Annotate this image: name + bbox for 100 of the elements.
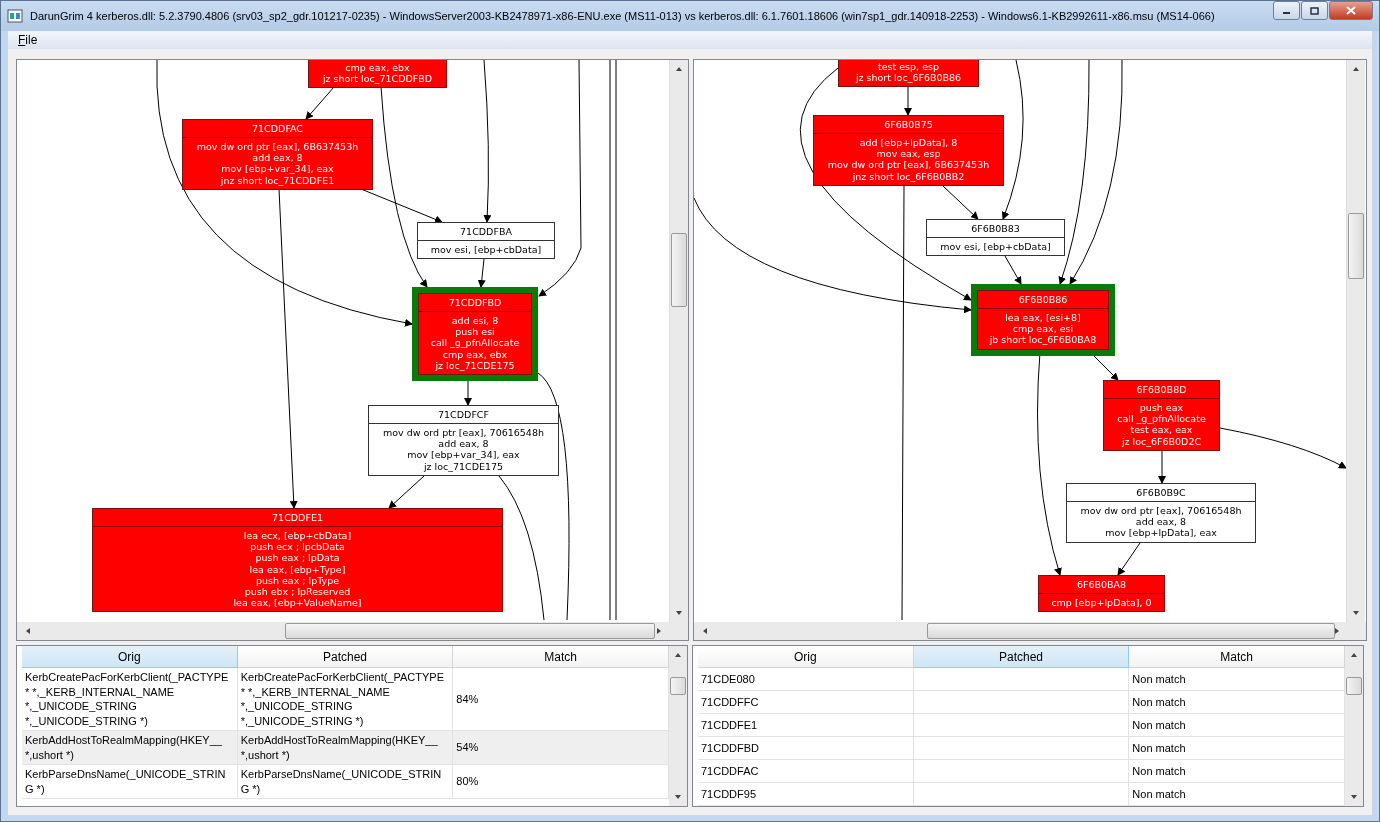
code-line: push ebx ; lpReserved <box>244 586 351 597</box>
code-block[interactable]: cmp eax, ebx jz short loc_71CDDFBD <box>308 60 447 89</box>
code-block[interactable]: 71CDDFBD add esi, 8 push esi call _g_pfnAllocate cmp eax, ebx jz loc_71CDE175 <box>412 287 538 381</box>
vertical-scrollbar[interactable] <box>669 60 688 622</box>
code-line: jz loc_71CDE175 <box>423 460 504 472</box>
table-cell-text: KerbCreatePacForKerbClient(_PACTYPE * *,_KERB_INTERNAL_NAME *,_UNICODE_STRING *,_UNICODE_STRING *) <box>240 670 446 728</box>
code-line: test eax, eax <box>1130 424 1193 436</box>
table-cell: Non match <box>1132 694 1186 710</box>
column-header[interactable]: Match <box>1129 646 1345 668</box>
code-block[interactable]: 6F6B0B86 lea eax, [esi+8] cmp eax, esi jb short loc_6F6B0BA8 <box>971 284 1115 356</box>
code-block[interactable]: 6F6B0BA8 cmp [ebp+lpData], 0 <box>1038 575 1165 613</box>
code-block[interactable]: 6F6B0B8D push eax call _g_pfnAllocate test eax, eax jz loc_6F6B0D2C <box>1103 380 1220 451</box>
vertical-scrollbar[interactable] <box>669 646 687 806</box>
table-cell: Non match <box>1132 717 1186 733</box>
close-button[interactable] <box>1329 1 1373 20</box>
table-cell-text: KerbParseDnsName(_UNICODE_STRING *) <box>240 767 443 796</box>
table-row[interactable]: 71CDE080 Non match <box>698 668 1345 691</box>
block-address: 6F6B0B75 <box>884 119 933 130</box>
table-row[interactable]: 71CDDFAC Non match <box>698 760 1345 783</box>
code-line: jz short loc_6F6B0B86 <box>855 72 962 84</box>
code-line: push eax ; lpType <box>255 574 340 586</box>
code-line: add eax, 8 <box>252 152 303 164</box>
table-cell-text: KerbParseDnsName(_UNICODE_STRING *) <box>25 767 227 796</box>
code-line: add esi, 8 <box>451 315 499 326</box>
table-cell: 71CDDFFC <box>701 694 759 710</box>
block-address: 6F6B0B9C <box>1136 487 1186 498</box>
minimize-button[interactable] <box>1273 1 1300 20</box>
code-line: mov esi, [ebp+cbData] <box>430 244 542 255</box>
column-header[interactable]: Orig <box>698 646 914 668</box>
edge-arrow <box>388 475 425 509</box>
column-header[interactable]: Match <box>453 646 669 668</box>
code-block[interactable]: 71CDDFCF mov dw ord ptr [eax], 70616548h add eax, 8 mov [ebp+var_34], eax jz loc_71CDE175 <box>368 405 559 476</box>
block-address: 71CDDFAC <box>252 123 303 134</box>
code-line: push ecx ; lpcbData <box>250 541 345 553</box>
column-header[interactable]: Orig <box>22 646 238 668</box>
table-cell: 71CDDFAC <box>701 763 759 779</box>
code-line: call _g_pfnAllocate <box>430 337 520 349</box>
table-row[interactable]: 71CDDFBD Non match <box>698 737 1345 760</box>
code-line: cmp eax, ebx <box>442 348 508 360</box>
column-header[interactable]: Patched <box>913 646 1130 668</box>
table-cell: Non match <box>1132 763 1186 779</box>
code-line: push eax <box>1139 402 1184 413</box>
block-address: 6F6B0B83 <box>971 223 1020 234</box>
code-line: lea eax, [ebp+ValueName] <box>233 597 362 609</box>
code-line: add [ebp+lpData], 8 <box>859 137 958 148</box>
code-line: add eax, 8 <box>1135 516 1187 528</box>
code-block[interactable]: 6F6B0B75 add [ebp+lpData], 8 mov eax, esp mov dw ord ptr [eax], 6B637453h jnz short loc_6F6B0BB2 <box>813 115 1004 186</box>
code-line: mov dw ord ptr [eax], 6B637453h <box>827 159 990 171</box>
column-header[interactable]: Patched <box>237 646 454 668</box>
table-cell-text: KerbAddHostToRealmMapping(HKEY__ *,ushort *) <box>240 733 439 762</box>
code-line: mov [ebp+var_34], eax <box>221 163 334 175</box>
vertical-scrollbar[interactable] <box>1346 60 1365 622</box>
table-row[interactable]: KerbParseDnsName(_UNICODE_STRING *) KerbParseDnsName(_UNICODE_STRING *) 80% <box>22 765 669 799</box>
window-title: DarunGrim 4 kerberos.dll: 5.2.3790.4806 (srv03_sp2_gdr.101217-0235) - WindowsServer2003-KB2478971-x86-ENU.exe (MS11-013) vs kerberos.dll: 6.1.7601.18606 (win7sp1_gdr.140918-2253) - Windows6.1-KB2992611-x86.msu (MS14-066) <box>30 10 1216 22</box>
code-line: mov [ebp+var_34], eax <box>407 449 520 461</box>
code-block[interactable]: test esp, esp jz short loc_6F6B0B86 <box>838 60 979 88</box>
edge-arrow <box>1117 542 1141 576</box>
table-cell: 80% <box>456 774 479 789</box>
code-block[interactable]: 6F6B0B83 mov esi, [ebp+cbData] <box>926 219 1065 257</box>
table-row[interactable]: 71CDDF95 Non match <box>698 783 1345 806</box>
close-icon <box>1346 6 1356 15</box>
table-row[interactable]: 71CDDFFC Non match <box>698 691 1345 714</box>
block-address: 71CDDFBD <box>448 297 502 308</box>
table-cell: Non match <box>1132 786 1186 802</box>
code-block[interactable]: 71CDDFAC mov dw ord ptr [eax], 6B637453h add eax, 8 mov [ebp+var_34], eax jnz short loc_71CDDFE1 <box>182 119 373 190</box>
code-line: cmp eax, ebx <box>345 62 410 73</box>
vertical-scrollbar[interactable] <box>1345 646 1363 806</box>
table-row[interactable]: 71CDDFE1 Non match <box>698 714 1345 737</box>
code-line: lea eax, [ebp+Type] <box>249 563 346 575</box>
code-line: jz loc_71CDE175 <box>435 359 515 371</box>
code-line: jnz short loc_6F6B0BB2 <box>852 170 965 182</box>
code-line: jz short loc_71CDDFBD <box>322 73 433 85</box>
horizontal-scrollbar[interactable] <box>17 622 688 640</box>
code-line: mov dw ord ptr [eax], 70616548h <box>383 427 544 438</box>
code-line: mov [ebp+lpData], eax <box>1105 527 1217 539</box>
code-line: mov dw ord ptr [eax], 6B637453h <box>196 141 359 152</box>
maximize-button[interactable] <box>1301 1 1328 20</box>
edge-arrow <box>1004 255 1022 285</box>
code-block[interactable]: 6F6B0B9C mov dw ord ptr [eax], 70616548h add eax, 8 mov [ebp+lpData], eax <box>1066 483 1256 543</box>
code-line: lea eax, [esi+8] <box>1005 312 1081 323</box>
code-line: test esp, esp <box>878 61 939 72</box>
block-address: 71CDDFBA <box>460 226 512 237</box>
block-address: 6F6B0B86 <box>1018 294 1068 305</box>
code-line: jz loc_6F6B0D2C <box>1121 435 1202 447</box>
code-block[interactable]: 71CDDFBA mov esi, [ebp+cbData] <box>417 222 555 260</box>
code-line: push esi <box>455 326 495 338</box>
block-address: 6F6B0BA8 <box>1076 579 1127 590</box>
menu-item[interactable]: File <box>14 33 42 47</box>
table-row[interactable]: KerbAddHostToRealmMapping(HKEY__ *,ushort *) KerbAddHostToRealmMapping(HKEY__ *,ushort *) 54% <box>22 731 669 765</box>
code-line: cmp eax, esi <box>1012 323 1074 335</box>
edge-arrow <box>477 258 486 288</box>
table-cell: 71CDDF95 <box>701 786 757 802</box>
code-line: mov dw ord ptr [eax], 70616548h <box>1080 505 1242 516</box>
horizontal-scrollbar[interactable] <box>694 622 1366 640</box>
table-cell-text: KerbAddHostToRealmMapping(HKEY__ *,ushort *) <box>25 733 223 762</box>
code-block[interactable]: 71CDDFE1 lea ecx, [ebp+cbData] push ecx ; lpcbData push eax ; lpData lea eax, [ebp+Type] push eax ; lpType push ebx ; lpReserved lea eax, [ebp+ValueName] <box>92 508 503 613</box>
code-line: cmp [ebp+lpData], 0 <box>1051 597 1152 608</box>
app-icon <box>7 8 23 24</box>
code-line: lea ecx, [ebp+cbData] <box>243 530 352 541</box>
code-line: mov esi, [ebp+cbData] <box>940 241 1051 252</box>
